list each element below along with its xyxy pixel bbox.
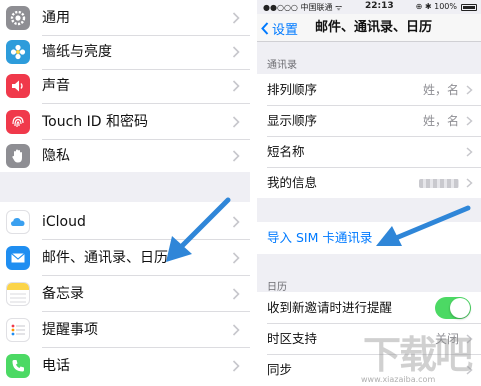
chevron-right-icon [466, 334, 473, 344]
chevron-right-icon [232, 12, 240, 24]
invitation-alerts-toggle[interactable] [435, 297, 471, 319]
hand-icon [6, 144, 30, 168]
notes-icon [6, 282, 30, 306]
chevron-right-icon [232, 324, 240, 336]
page-title: 邮件、通讯录、日历 [315, 20, 433, 35]
settings-item-label: 墙纸与亮度 [42, 44, 112, 60]
settings-item-label: 备忘录 [42, 286, 84, 302]
phone-icon [6, 354, 30, 378]
panel-divider [250, 0, 257, 386]
list-icon [6, 318, 30, 342]
settings-group-1: 通用 墙纸与亮度 声音 Touch ID 和密码 隐私 [0, 0, 250, 172]
cloud-icon [6, 210, 30, 234]
settings-item-privacy[interactable]: 隐私 [0, 138, 250, 174]
calendar-settings-group: 收到新邀请时进行提醒 时区支持 关闭 同步 [257, 292, 481, 386]
chevron-right-icon [232, 150, 240, 162]
chevron-right-icon [232, 116, 240, 128]
navigation-bar: 设置 邮件、通讯录、日历 [257, 14, 481, 42]
import-sim-label: 导入 SIM 卡通讯录 [267, 230, 373, 245]
chevron-right-icon [466, 178, 473, 188]
settings-item-label: 通用 [42, 10, 70, 26]
row-label: 同步 [267, 362, 293, 377]
sort-order-row[interactable]: 排列顺序 姓，名 [257, 74, 481, 106]
row-value: 姓，名 [422, 114, 459, 128]
row-label: 时区支持 [267, 331, 318, 346]
clock: 22:13 [365, 1, 394, 11]
flower-icon [6, 40, 30, 64]
row-label: 我的信息 [267, 175, 318, 190]
settings-item-sounds[interactable]: 声音 [0, 68, 250, 104]
row-label: 排列顺序 [267, 82, 318, 97]
settings-item-label: 提醒事项 [42, 322, 98, 338]
chevron-right-icon [232, 80, 240, 92]
settings-item-general[interactable]: 通用 [0, 0, 250, 36]
settings-item-label: 电话 [42, 358, 70, 374]
chevron-left-icon [261, 21, 269, 35]
settings-list-panel: 通用 墙纸与亮度 声音 Touch ID 和密码 隐私 iCloud 邮件、通讯… [0, 0, 250, 386]
blurred-value [419, 179, 459, 188]
time-zone-support-row[interactable]: 时区支持 关闭 [257, 323, 481, 355]
display-order-row[interactable]: 显示顺序 姓，名 [257, 105, 481, 137]
status-bar: ●●○○○ 中国联通 ᯤ 22:13 ⊕ ✱ 100% [257, 0, 481, 14]
settings-item-touch-id[interactable]: Touch ID 和密码 [0, 104, 250, 140]
fingerprint-icon [6, 110, 30, 134]
settings-item-notes[interactable]: 备忘录 [0, 276, 250, 312]
settings-item-label: 隐私 [42, 148, 70, 164]
chevron-right-icon [232, 216, 240, 228]
new-invitation-alerts-row: 收到新邀请时进行提醒 [257, 292, 481, 324]
settings-item-label: 声音 [42, 78, 70, 94]
settings-group-2: iCloud 邮件、通讯录、日历 备忘录 提醒事项 电话 [0, 202, 250, 386]
row-label: 短名称 [267, 144, 305, 159]
row-label: 显示顺序 [267, 113, 318, 128]
row-label: 收到新邀请时进行提醒 [267, 300, 393, 315]
gear-icon [6, 6, 30, 30]
my-info-row[interactable]: 我的信息 [257, 167, 481, 199]
settings-item-icloud[interactable]: iCloud [0, 204, 250, 240]
row-value: 关闭 [434, 332, 459, 346]
mail-icon [6, 246, 30, 270]
settings-item-wallpaper[interactable]: 墙纸与亮度 [0, 34, 250, 70]
chevron-right-icon [232, 46, 240, 58]
back-button-label: 设置 [272, 22, 299, 38]
section-header-contacts: 通讯录 [267, 60, 297, 71]
chevron-right-icon [466, 116, 473, 126]
settings-item-reminders[interactable]: 提醒事项 [0, 312, 250, 348]
settings-item-label: iCloud [42, 214, 86, 230]
chevron-right-icon [466, 147, 473, 157]
settings-item-phone[interactable]: 电话 [0, 348, 250, 384]
back-button[interactable]: 设置 [261, 14, 298, 42]
battery-icon [461, 4, 477, 11]
chevron-right-icon [466, 85, 473, 95]
battery-label: ⊕ ✱ 100% [415, 2, 457, 11]
mail-settings-panel: ●●○○○ 中国联通 ᯤ 22:13 ⊕ ✱ 100% 设置 邮件、通讯录、日历… [257, 0, 481, 386]
speaker-icon [6, 74, 30, 98]
chevron-right-icon [232, 252, 240, 264]
chevron-right-icon [232, 360, 240, 372]
settings-item-mail-contacts-calendars[interactable]: 邮件、通讯录、日历 [0, 240, 250, 276]
settings-item-label: Touch ID 和密码 [42, 114, 148, 130]
contacts-settings-group: 排列顺序 姓，名 显示顺序 姓，名 短名称 我的信息 [257, 74, 481, 198]
sync-row[interactable]: 同步 [257, 354, 481, 386]
import-sim-contacts-button[interactable]: 导入 SIM 卡通讯录 [257, 222, 481, 254]
chevron-right-icon [232, 288, 240, 300]
import-sim-group: 导入 SIM 卡通讯录 [257, 222, 481, 254]
settings-item-label: 邮件、通讯录、日历 [42, 250, 168, 266]
row-value: 姓，名 [422, 83, 459, 97]
short-name-row[interactable]: 短名称 [257, 136, 481, 168]
chevron-right-icon [466, 365, 473, 375]
carrier-label: ●●○○○ 中国联通 ᯤ [263, 3, 343, 12]
section-header-calendar: 日历 [267, 282, 287, 293]
